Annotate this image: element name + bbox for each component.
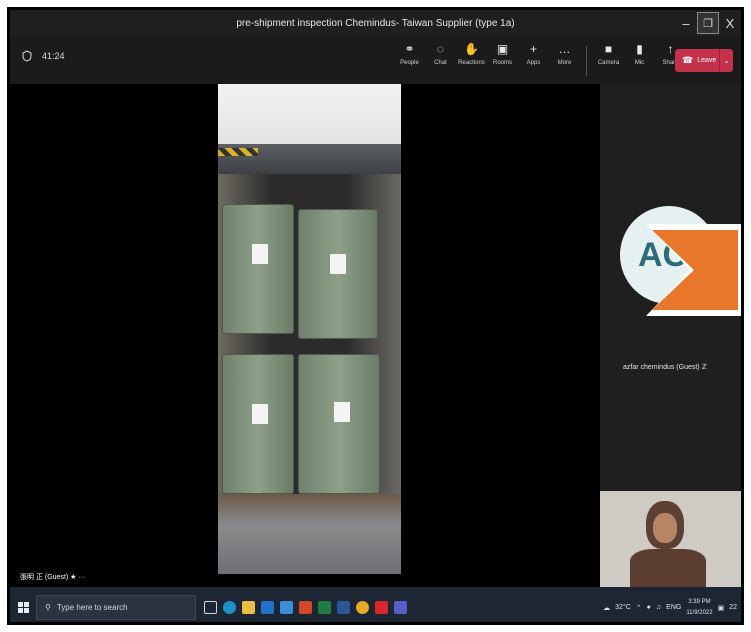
search-icon: ⚲	[45, 603, 51, 612]
teams-icon[interactable]	[394, 601, 407, 614]
chevron-up-icon[interactable]: ⌃	[636, 604, 642, 612]
people-icon: ⚭	[404, 42, 415, 56]
bag-label	[330, 254, 346, 274]
participant-name: azfar chemindus (Guest) ℤ	[623, 364, 707, 371]
video-sky	[218, 84, 401, 149]
bag-label	[252, 404, 268, 424]
close-button[interactable]: X	[719, 10, 741, 36]
minimize-button[interactable]: –	[675, 10, 697, 36]
people-label: People	[400, 60, 419, 66]
camera-icon: ■	[604, 42, 613, 56]
more-button[interactable]: … More	[549, 42, 580, 76]
edge-icon[interactable]	[223, 601, 236, 614]
chat-icon: ◌	[436, 42, 445, 56]
rooms-button[interactable]: ▣ Rooms	[487, 42, 518, 76]
start-button[interactable]	[10, 587, 36, 622]
task-view-icon[interactable]	[204, 601, 217, 614]
apps-icon: +	[529, 42, 537, 56]
leave-label: Leave	[697, 57, 717, 64]
taskbar-apps	[204, 601, 407, 614]
leave-button[interactable]: ☎ Leave ⌄	[675, 49, 733, 72]
window-title: pre-shipment inspection Chemindus- Taiwa…	[236, 17, 515, 29]
reactions-label: Reactions	[458, 60, 485, 66]
rooms-icon: ▣	[496, 42, 509, 56]
acrobat-icon[interactable]	[375, 601, 388, 614]
window-controls: – ❐ X	[675, 10, 741, 36]
rooms-label: Rooms	[492, 60, 512, 66]
windows-icon	[17, 602, 29, 613]
screen-frame: pre-shipment inspection Chemindus- Taiwa…	[7, 7, 744, 625]
maximize-button[interactable]: ❐	[697, 12, 719, 34]
language-indicator[interactable]: ENG	[666, 604, 681, 611]
weather-icon[interactable]: ☁	[603, 604, 610, 612]
clock[interactable]: 3:39 PM 11/9/2022	[686, 597, 712, 619]
search-placeholder: Type here to search	[56, 603, 128, 612]
more-icon: …	[558, 42, 571, 56]
word-icon[interactable]	[337, 601, 350, 614]
shared-video-feed	[218, 84, 401, 574]
self-view-video	[600, 491, 741, 587]
temperature: 32°C	[615, 604, 631, 611]
reactions-icon: ✋	[464, 42, 479, 56]
presenter-label: 張明 正 (Guest) ★ ···	[20, 574, 86, 581]
mic-label: Mic	[634, 60, 645, 66]
meeting-tools: ⚭ People ◌ Chat ✋ Reactions ▣ Rooms + Ap…	[394, 42, 686, 76]
title-bar: pre-shipment inspection Chemindus- Taiwa…	[10, 10, 741, 36]
apps-label: Apps	[526, 60, 541, 66]
bulk-bag	[222, 204, 294, 334]
meeting-toolbar: 41:24 ⚭ People ◌ Chat ✋ Reactions ▣ Room…	[10, 36, 741, 84]
chat-label: Chat	[434, 60, 447, 66]
bulk-bag	[298, 354, 380, 494]
file-explorer-icon[interactable]	[242, 601, 255, 614]
outlook-icon[interactable]	[261, 601, 274, 614]
toolbar-divider	[586, 46, 587, 76]
store-icon[interactable]	[280, 601, 293, 614]
network-icon[interactable]: ●	[647, 604, 651, 611]
clock-time: 3:39 PM	[688, 598, 711, 605]
bulk-bag	[222, 354, 294, 494]
powerpoint-icon[interactable]	[299, 601, 312, 614]
bulk-bag	[298, 209, 378, 339]
person-body	[630, 549, 706, 587]
system-tray: ☁ 32°C ⌃ ● ♫ ENG 3:39 PM 11/9/2022 ▣ 22	[603, 587, 741, 622]
chevron-down-icon[interactable]: ⌄	[719, 49, 733, 72]
bag-label	[252, 244, 268, 264]
chrome-icon[interactable]	[356, 601, 369, 614]
phone-icon: ☎	[682, 55, 694, 65]
people-button[interactable]: ⚭ People	[394, 42, 425, 76]
excel-icon[interactable]	[318, 601, 331, 614]
volume-icon[interactable]: ♫	[656, 604, 661, 611]
video-stage: 張明 正 (Guest) ★ ···	[10, 84, 600, 587]
notifications-icon[interactable]: ▣	[718, 604, 725, 612]
notification-count: 22	[729, 604, 737, 611]
apps-button[interactable]: + Apps	[518, 42, 549, 76]
timer-text: 41:24	[42, 51, 65, 61]
chat-button[interactable]: ◌ Chat	[425, 42, 456, 76]
taskbar-search[interactable]: ⚲ Type here to search	[36, 595, 196, 620]
warning-stripe	[218, 148, 258, 156]
shield-icon	[22, 50, 32, 62]
windows-taskbar: ⚲ Type here to search ☁ 32°C ⌃ ● ♫ ENG 3…	[10, 587, 741, 622]
camera-button[interactable]: ■ Camera	[593, 42, 624, 76]
person-face	[653, 513, 677, 543]
mic-icon: ▮	[636, 42, 643, 56]
arrow-icon	[646, 224, 741, 316]
clock-date: 11/9/2022	[686, 609, 713, 616]
mic-button[interactable]: ▮ Mic	[624, 42, 655, 76]
container-floor	[218, 494, 401, 574]
reactions-button[interactable]: ✋ Reactions	[456, 42, 487, 76]
camera-label: Camera	[597, 60, 620, 66]
more-label: More	[557, 60, 572, 66]
meeting-timer: 41:24	[22, 50, 65, 62]
bag-label	[334, 402, 350, 422]
